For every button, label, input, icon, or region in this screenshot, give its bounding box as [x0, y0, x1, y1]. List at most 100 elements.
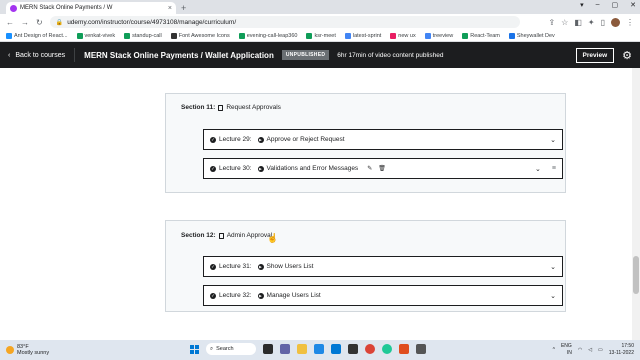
bookmark-item[interactable]: venkat-vivek: [76, 32, 115, 39]
new-tab-button[interactable]: +: [181, 2, 186, 14]
sidebar-icon[interactable]: ▯: [601, 18, 605, 27]
lecture-31[interactable]: ✓ Lecture 31: ▶ Show Users List ⌄: [203, 256, 563, 277]
bookmark-item[interactable]: React-Team: [462, 32, 500, 39]
mouse-cursor-icon: ☝: [267, 233, 279, 243]
chevron-down-icon[interactable]: ⌄: [550, 263, 556, 271]
volume-icon[interactable]: ◁: [588, 347, 592, 353]
scrollbar[interactable]: [632, 68, 640, 340]
chevron-down-icon[interactable]: ⌄: [550, 136, 556, 144]
bookmark-item[interactable]: Sheywallet Dev: [508, 32, 555, 39]
task-view-icon[interactable]: [263, 344, 273, 354]
browser-tab-strip: MERN Stack Online Payments / W × + ▾ – ▢…: [0, 0, 640, 14]
chevron-down-icon[interactable]: ⌄: [550, 292, 556, 300]
clock[interactable]: 17:50 13-11-2022: [609, 343, 634, 356]
share-icon[interactable]: ⇪: [548, 18, 555, 27]
puzzle-icon[interactable]: ✦: [588, 18, 595, 27]
search-icon: ⌕: [210, 345, 214, 352]
tab-title: MERN Stack Online Payments / W: [20, 5, 113, 11]
chrome-icon[interactable]: [365, 344, 375, 354]
bookmark-favicon-icon: [462, 32, 469, 39]
lecture-30[interactable]: ✓ Lecture 30: ▶ Validations and Error Me…: [203, 158, 563, 179]
forward-arrow-icon[interactable]: →: [21, 18, 29, 27]
address-bar-row: ← → ↻ 🔒 udemy.com/instructor/course/4973…: [0, 14, 640, 30]
bookmark-label: React-Team: [470, 32, 500, 39]
bookmark-favicon-icon: [124, 32, 131, 39]
battery-icon[interactable]: ▭: [598, 347, 603, 353]
section-label: Section 11:: [181, 104, 216, 111]
taskbar-search[interactable]: ⌕ Search: [206, 343, 256, 355]
bookmark-favicon-icon: [6, 32, 12, 39]
section-header: Section 12: Admin Approval: [181, 232, 272, 239]
close-window-button[interactable]: ✕: [630, 1, 636, 9]
maximize-button[interactable]: ▢: [612, 1, 619, 9]
bookmark-item[interactable]: treeview: [424, 32, 453, 39]
section-header: Section 11: Request Approvals: [181, 104, 281, 111]
back-label: Back to courses: [15, 51, 66, 59]
lecture-32[interactable]: ✓ Lecture 32: ▶ Manage Users List ⌄: [203, 285, 563, 306]
file-explorer-icon[interactable]: [297, 344, 307, 354]
url-bar[interactable]: 🔒 udemy.com/instructor/course/4973108/ma…: [49, 16, 520, 28]
drag-handle-icon[interactable]: ≡: [552, 165, 556, 172]
scrollbar-thumb[interactable]: [633, 256, 639, 294]
preview-button[interactable]: Preview: [575, 47, 615, 63]
edge-icon[interactable]: [314, 344, 324, 354]
powerpoint-icon[interactable]: [399, 344, 409, 354]
bookmark-favicon-icon: [170, 32, 177, 39]
document-icon: [218, 104, 224, 111]
browser-tab[interactable]: MERN Stack Online Payments / W ×: [6, 2, 176, 14]
document-icon: [218, 232, 224, 239]
bookmark-item[interactable]: latest-sprint: [344, 32, 381, 39]
search-label: Search: [216, 346, 234, 352]
lang-top: ENG: [560, 343, 572, 349]
taskbar: 83°F Mostly sunny ⌕ Search ^ ENG IN ◠ ◁ …: [0, 340, 640, 360]
menu-dots-icon[interactable]: ⋮: [626, 18, 634, 27]
reload-icon[interactable]: ↻: [36, 18, 43, 27]
app-icon[interactable]: [382, 344, 392, 354]
bookmark-label: ksr-meet: [314, 32, 336, 39]
chevron-down-icon[interactable]: ⌄: [535, 165, 541, 173]
play-circle-icon: ▶: [257, 292, 264, 299]
language-indicator[interactable]: ENG IN: [561, 343, 572, 356]
profile-avatar[interactable]: [611, 17, 620, 27]
check-circle-icon: ✓: [210, 263, 216, 270]
bookmark-item[interactable]: standup-call: [124, 32, 162, 39]
bookmarks-bar: Ant Design of React... venkat-vivek standu…: [0, 30, 640, 42]
lecture-title: Validations and Error Messages: [266, 165, 359, 172]
extension-icon[interactable]: ◧: [574, 18, 582, 27]
store-icon[interactable]: [348, 344, 358, 354]
check-circle-icon: ✓: [210, 165, 216, 172]
bookmark-item[interactable]: Font Awesome Icons: [170, 32, 230, 39]
tab-close-icon[interactable]: ×: [168, 5, 172, 12]
minimize-button[interactable]: –: [596, 1, 600, 9]
back-to-courses-link[interactable]: ‹ Back to courses: [8, 48, 76, 62]
bookmark-item[interactable]: evening-call-leap360: [238, 32, 297, 39]
gear-icon[interactable]: ⚙: [622, 49, 632, 62]
vscode-icon[interactable]: [331, 344, 341, 354]
weather-widget[interactable]: 83°F Mostly sunny: [6, 344, 49, 357]
bookmark-favicon-icon: [344, 32, 351, 39]
tab-search-icon[interactable]: ▾: [580, 1, 584, 9]
windows-start-icon[interactable]: [190, 344, 199, 354]
lecture-29[interactable]: ✓ Lecture 29: ▶ Approve or Reject Reques…: [203, 129, 563, 150]
bookmark-item[interactable]: new ux: [390, 32, 416, 39]
lang-bottom: IN: [566, 349, 572, 356]
window-controls: ▾ – ▢ ✕: [580, 1, 636, 9]
back-arrow-icon[interactable]: ←: [6, 18, 14, 27]
trash-icon[interactable]: 🗑: [378, 165, 386, 172]
teams-icon[interactable]: [280, 344, 290, 354]
check-circle-icon: ✓: [210, 136, 216, 143]
bookmark-item[interactable]: ksr-meet: [306, 32, 336, 39]
section-12: Section 12: Admin Approval ✓ Lecture 31:…: [165, 220, 566, 312]
terminal-icon[interactable]: [416, 344, 426, 354]
status-badge: UNPUBLISHED: [281, 50, 330, 60]
chevron-up-icon[interactable]: ^: [553, 347, 555, 353]
bookmark-item[interactable]: Ant Design of React...: [6, 32, 68, 39]
lecture-title: Manage Users List: [266, 292, 321, 299]
weather-desc: Mostly sunny: [17, 350, 50, 356]
pencil-icon[interactable]: ✎: [367, 165, 372, 172]
play-circle-icon: ▶: [257, 263, 264, 270]
wifi-icon[interactable]: ◠: [578, 347, 582, 353]
sun-icon: [6, 346, 14, 354]
bookmark-favicon-icon: [306, 32, 313, 39]
star-icon[interactable]: ☆: [561, 18, 568, 27]
